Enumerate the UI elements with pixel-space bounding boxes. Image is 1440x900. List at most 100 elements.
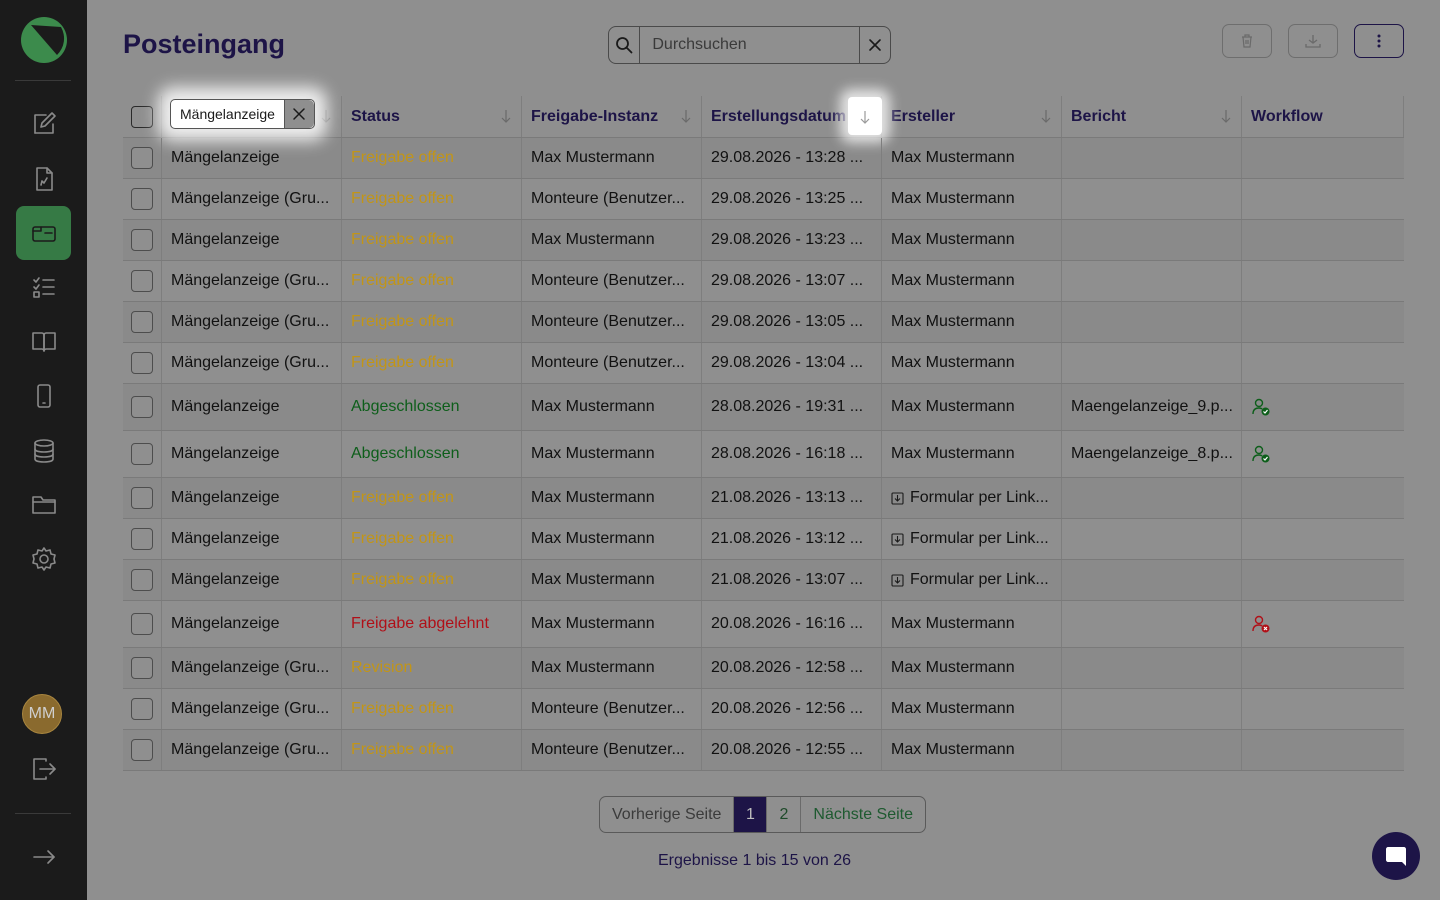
search-button[interactable] [609, 27, 641, 63]
row-checkbox[interactable] [131, 739, 153, 761]
status-cell: Freigabe offen [342, 730, 522, 770]
download-button[interactable] [1288, 24, 1338, 58]
app-logo[interactable] [21, 17, 67, 63]
sort-arrow-icon[interactable] [1219, 108, 1233, 124]
row-checkbox[interactable] [131, 657, 153, 679]
table-row[interactable]: Mängelanzeige (Gru... Revision Max Musterm… [123, 648, 1404, 689]
table-row[interactable]: Mängelanzeige Freigabe offen Max Musterman… [123, 519, 1404, 560]
row-checkbox[interactable] [131, 311, 153, 333]
instance-cell: Max Mustermann [522, 220, 702, 260]
row-checkbox[interactable] [131, 188, 153, 210]
status-cell: Freigabe offen [342, 560, 522, 600]
header-cell-creator[interactable]: Ersteller [882, 96, 1062, 137]
row-select-cell [123, 478, 162, 518]
more-options-button[interactable] [1354, 24, 1404, 58]
workflow-cell [1242, 220, 1404, 260]
nav-settings[interactable] [16, 532, 71, 586]
row-checkbox[interactable] [131, 528, 153, 550]
creator-cell: Formular per Link... [882, 478, 1062, 518]
page-button-2[interactable]: 2 [767, 797, 802, 832]
search-clear-button[interactable] [859, 27, 890, 63]
instance-cell: Monteure (Benutzer... [522, 261, 702, 301]
table-row[interactable]: Mängelanzeige (Gru... Freigabe offen Monte… [123, 730, 1404, 771]
inbox-table: Status Freigabe-Instanz Erstellungsdatum… [123, 96, 1404, 771]
sort-arrow-icon[interactable] [319, 108, 333, 124]
creator-cell: Max Mustermann [882, 343, 1062, 383]
delete-button[interactable] [1222, 24, 1272, 58]
form-cell: Mängelanzeige (Gru... [162, 302, 342, 342]
report-cell [1062, 519, 1242, 559]
table-row[interactable]: Mängelanzeige Freigabe offen Max Musterman… [123, 560, 1404, 601]
date-sort-button[interactable] [848, 97, 882, 135]
user-approved-icon[interactable] [1251, 397, 1271, 417]
row-checkbox[interactable] [131, 147, 153, 169]
header-label: Workflow [1251, 107, 1323, 125]
header-cell-report[interactable]: Bericht [1062, 96, 1242, 137]
row-checkbox[interactable] [131, 229, 153, 251]
creator-cell: Formular per Link... [882, 560, 1062, 600]
more-vertical-icon [1377, 34, 1381, 48]
row-checkbox[interactable] [131, 270, 153, 292]
nav-mobile[interactable] [16, 369, 71, 423]
sort-arrow-icon[interactable] [1039, 108, 1053, 124]
date-cell: 29.08.2026 - 13:04 ... [702, 343, 882, 383]
link-download-icon [891, 492, 904, 505]
header-cell-status[interactable]: Status [342, 96, 522, 137]
next-page-button[interactable]: Nächste Seite [801, 797, 925, 832]
pagination: Vorherige Seite 1 2 Nächste Seite [599, 796, 927, 833]
table-header: Status Freigabe-Instanz Erstellungsdatum… [123, 96, 1404, 138]
row-checkbox[interactable] [131, 698, 153, 720]
sort-arrow-icon[interactable] [679, 108, 693, 124]
table-row[interactable]: Mängelanzeige (Gru... Freigabe offen Monte… [123, 689, 1404, 730]
table-row[interactable]: Mängelanzeige Abgeschlossen Max Mustermann… [123, 384, 1404, 431]
form-cell: Mängelanzeige (Gru... [162, 179, 342, 219]
table-row[interactable]: Mängelanzeige (Gru... Freigabe offen Monte… [123, 302, 1404, 343]
page-button-1[interactable]: 1 [734, 797, 768, 832]
nav-forms[interactable] [16, 152, 71, 206]
creator-label: Formular per Link... [910, 530, 1049, 547]
user-rejected-icon[interactable] [1251, 614, 1271, 634]
sort-arrow-icon[interactable] [499, 108, 513, 124]
report-cell [1062, 261, 1242, 301]
table-row[interactable]: Mängelanzeige (Gru... Freigabe offen Monte… [123, 343, 1404, 384]
table-row[interactable]: Mängelanzeige Freigabe abgelehnt Max Muste… [123, 601, 1404, 648]
report-cell [1062, 689, 1242, 729]
user-approved-icon[interactable] [1251, 444, 1271, 464]
row-checkbox[interactable] [131, 443, 153, 465]
nav-inbox[interactable] [16, 206, 71, 260]
table-row[interactable]: Mängelanzeige (Gru... Freigabe offen Monte… [123, 261, 1404, 302]
table-row[interactable]: Mängelanzeige Freigabe offen Max Musterman… [123, 138, 1404, 179]
nav-files[interactable] [16, 477, 71, 531]
row-checkbox[interactable] [131, 352, 153, 374]
filter-clear-button[interactable] [283, 100, 314, 128]
download-icon [1305, 35, 1321, 48]
row-checkbox[interactable] [131, 613, 153, 635]
header-cell-instance[interactable]: Freigabe-Instanz [522, 96, 702, 137]
creator-cell: Max Mustermann [882, 730, 1062, 770]
table-row[interactable]: Mängelanzeige Freigabe offen Max Musterman… [123, 478, 1404, 519]
header-label: Bericht [1071, 107, 1127, 125]
search-input[interactable] [640, 27, 860, 63]
workflow-cell [1242, 431, 1404, 477]
chat-button[interactable] [1372, 832, 1420, 880]
prev-page-button[interactable]: Vorherige Seite [600, 797, 735, 832]
nav-docs[interactable] [16, 314, 71, 368]
nav-database[interactable] [16, 424, 71, 478]
table-row[interactable]: Mängelanzeige Freigabe offen Max Musterman… [123, 220, 1404, 261]
instance-cell: Monteure (Benutzer... [522, 343, 702, 383]
row-checkbox[interactable] [131, 569, 153, 591]
table-row[interactable]: Mängelanzeige Abgeschlossen Max Mustermann… [123, 431, 1404, 478]
row-checkbox[interactable] [131, 487, 153, 509]
nav-editor[interactable] [16, 97, 71, 151]
row-checkbox[interactable] [131, 396, 153, 418]
page-title: Posteingang [123, 29, 286, 59]
form-filter-chip[interactable]: Mängelanzeige [170, 99, 315, 129]
report-cell[interactable]: Maengelanzeige_9.p... [1062, 384, 1242, 430]
nav-tasks[interactable] [16, 260, 71, 314]
table-row[interactable]: Mängelanzeige (Gru... Freigabe offen Monte… [123, 179, 1404, 220]
logout-button[interactable] [16, 742, 71, 796]
expand-sidebar-button[interactable] [16, 830, 71, 884]
report-cell[interactable]: Maengelanzeige_8.p... [1062, 431, 1242, 477]
user-avatar[interactable]: MM [22, 694, 62, 734]
select-all-checkbox[interactable] [131, 105, 153, 128]
